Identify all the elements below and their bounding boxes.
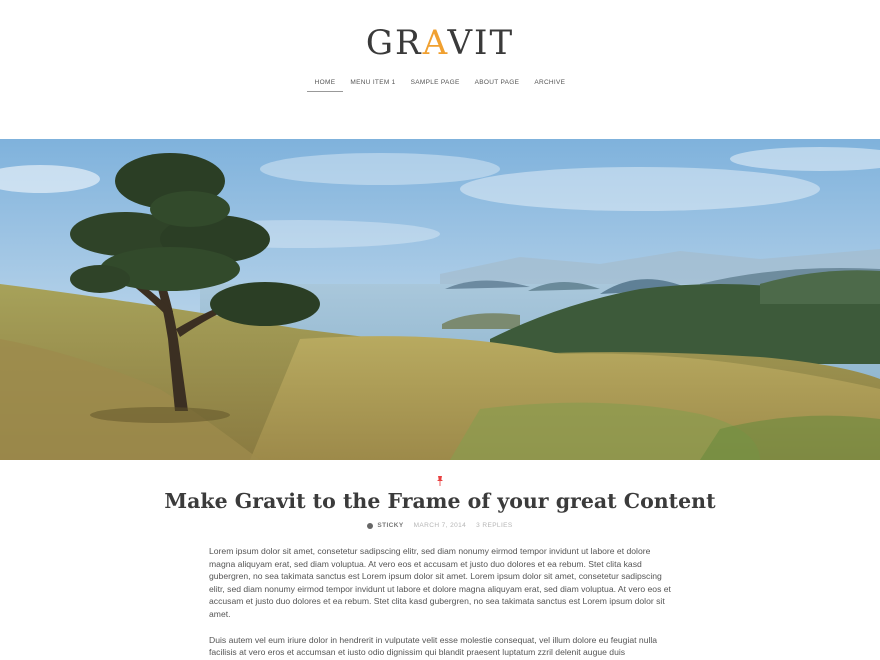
main-navigation: HOME MENU ITEM 1 SAMPLE PAGE ABOUT PAGE …: [0, 78, 880, 92]
post-content: Lorem ipsum dolor sit amet, consetetur s…: [209, 545, 672, 660]
sticky-icon: [367, 522, 374, 529]
post-meta: STICKY MARCH 7, 2014 3 REPLIES: [0, 522, 880, 529]
post-title[interactable]: Make Gravit to the Frame of your great C…: [0, 488, 880, 514]
post-paragraph: Duis autem vel eum iriure dolor in hendr…: [209, 634, 658, 658]
nav-item-sample-page[interactable]: SAMPLE PAGE: [403, 78, 467, 92]
logo-text-start: GR: [365, 23, 423, 63]
sticky-label: STICKY: [377, 522, 404, 529]
site-header: GRAVIT HOME MENU ITEM 1 SAMPLE PAGE ABOU…: [0, 0, 880, 139]
site-logo[interactable]: GRAVIT: [0, 22, 880, 64]
nav-item-about-page[interactable]: ABOUT PAGE: [467, 78, 527, 92]
nav-item-home[interactable]: HOME: [307, 78, 343, 92]
pushpin-icon: [437, 476, 443, 486]
nav-item-archive[interactable]: ARCHIVE: [527, 78, 573, 92]
landscape-photo: [0, 139, 880, 460]
hero-image: [0, 139, 880, 460]
logo-text-end: VIT: [447, 23, 515, 63]
sticky-badge: STICKY: [367, 522, 403, 529]
post-date[interactable]: MARCH 7, 2014: [414, 522, 467, 529]
post-replies[interactable]: 3 REPLIES: [476, 522, 512, 529]
logo-accent-letter: A: [422, 23, 448, 63]
post-paragraph: Lorem ipsum dolor sit amet, consetetur s…: [209, 546, 671, 619]
nav-item-menu-item-1[interactable]: MENU ITEM 1: [343, 78, 403, 92]
